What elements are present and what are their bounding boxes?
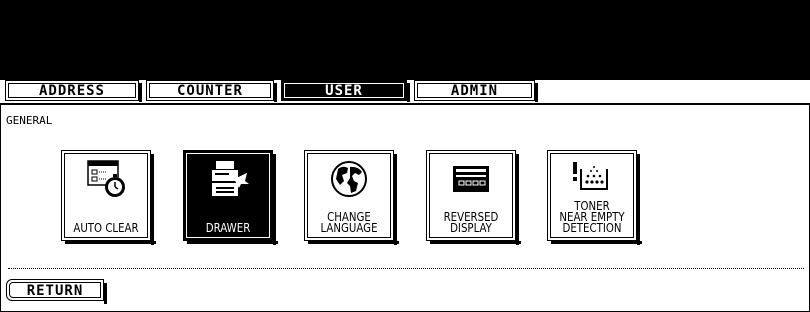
tab-address[interactable]: ADDRESS [5, 80, 142, 102]
tab-address-label: ADDRESS [38, 82, 105, 99]
auto-clear-button[interactable]: AUTO CLEAR [61, 150, 156, 245]
change-language-button[interactable]: CHANGE LANGUAGE [304, 150, 399, 245]
tab-user-label: USER [325, 82, 363, 99]
auto-clear-label: AUTO CLEAR [73, 221, 139, 235]
drawer-icon [212, 161, 249, 196]
return-button-label: RETURN [26, 283, 84, 299]
reversed-display-icon [453, 166, 489, 192]
divider [8, 268, 804, 269]
return-button[interactable]: RETURN [6, 279, 107, 304]
tab-admin-label: ADMIN [450, 82, 499, 99]
message-area [0, 0, 810, 80]
copier-settings-screen: ADDRESS COUNTER USER ADMIN GENERAL AUTO … [0, 0, 810, 312]
section-title: GENERAL [6, 114, 53, 127]
reversed-display-label: REVERSED DISPLAY [443, 210, 499, 235]
tab-user[interactable]: USER [281, 80, 410, 102]
toner-near-empty-detection-button[interactable]: TONER NEAR EMPTY DETECTION [547, 150, 642, 245]
drawer-button[interactable]: DRAWER [183, 150, 278, 245]
reversed-display-button[interactable]: REVERSED DISPLAY [426, 150, 521, 245]
tab-counter-label: COUNTER [176, 82, 243, 99]
toner-icon [573, 162, 608, 190]
tab-admin[interactable]: ADMIN [414, 80, 538, 102]
toner-near-empty-detection-label: TONER NEAR EMPTY DETECTION [559, 199, 625, 235]
tab-counter[interactable]: COUNTER [146, 80, 277, 102]
change-language-label: CHANGE LANGUAGE [320, 210, 378, 235]
drawer-label: DRAWER [205, 221, 251, 235]
timer-icon [87, 160, 125, 197]
globe-icon [331, 161, 367, 197]
